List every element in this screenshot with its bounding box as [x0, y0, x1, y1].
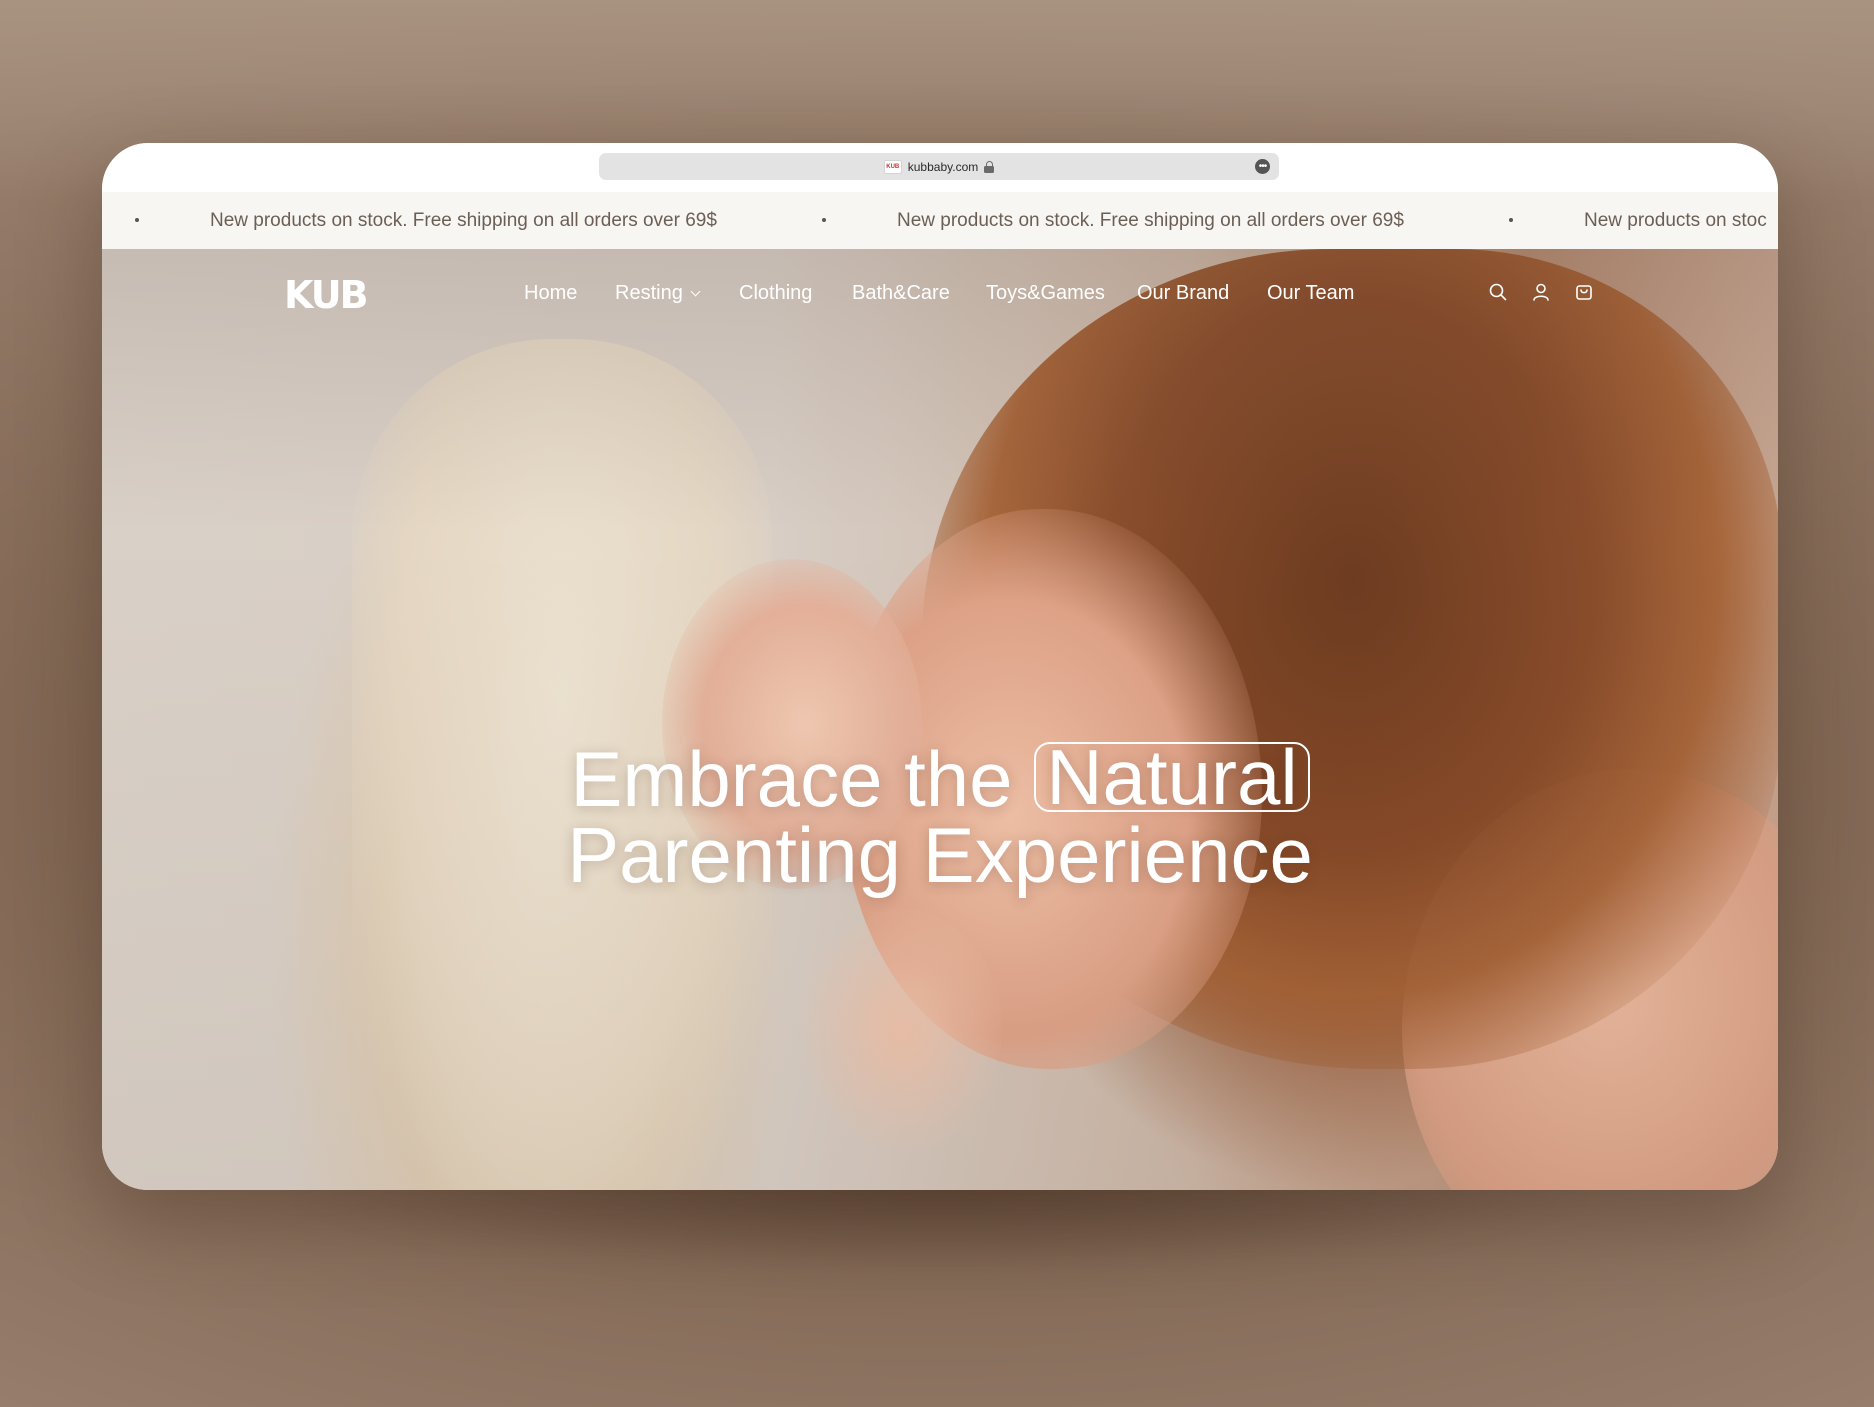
nav-link-bath-care[interactable]: Bath&Care [852, 279, 950, 307]
separator-dot [822, 218, 826, 222]
separator-dot [135, 218, 139, 222]
browser-toolbar: KUB kubbaby.com ••• [102, 143, 1778, 192]
cart-icon[interactable] [1574, 282, 1594, 302]
separator-dot [1509, 218, 1513, 222]
lock-icon [984, 160, 995, 173]
headline-line-2: Parenting Experience [567, 811, 1313, 900]
hero-headline: Embrace the Natural Parenting Experience [102, 738, 1778, 900]
announcement-text: New products on stock. Free shipping on … [897, 210, 1404, 231]
nav-link-resting[interactable]: Resting [615, 279, 701, 307]
url-text: kubbaby.com [907, 159, 979, 174]
hero-section: KUB Home Resting Clothing Bath&Care Toys… [102, 249, 1778, 1190]
more-options-icon[interactable]: ••• [1255, 159, 1270, 174]
account-icon[interactable] [1531, 282, 1551, 302]
hero-overlay [102, 249, 1778, 1190]
announcement-text: New products on stock. Free shipping on … [210, 210, 717, 231]
chevron-down-icon [690, 286, 701, 297]
nav-link-home[interactable]: Home [524, 279, 577, 307]
announcement-text: New products on stoc [1584, 210, 1767, 231]
headline-line-1: Embrace the Natural [102, 738, 1778, 818]
search-icon[interactable] [1488, 282, 1508, 302]
main-nav: KUB Home Resting Clothing Bath&Care Toys… [102, 249, 1778, 339]
brand-logo[interactable]: KUB [284, 275, 369, 315]
nav-link-clothing[interactable]: Clothing [739, 279, 812, 307]
nav-link-our-brand[interactable]: Our Brand [1137, 279, 1229, 307]
nav-link-our-team[interactable]: Our Team [1267, 279, 1354, 307]
address-bar[interactable]: KUB kubbaby.com ••• [599, 153, 1279, 180]
headline-highlight: Natural [1034, 738, 1310, 816]
nav-link-toys-games[interactable]: Toys&Games [986, 279, 1105, 307]
browser-window: KUB kubbaby.com ••• New products on stoc… [102, 143, 1778, 1190]
site-favicon: KUB [883, 159, 902, 174]
nav-link-resting-label: Resting [615, 282, 683, 304]
announcement-bar: New products on stock. Free shipping on … [102, 192, 1778, 250]
